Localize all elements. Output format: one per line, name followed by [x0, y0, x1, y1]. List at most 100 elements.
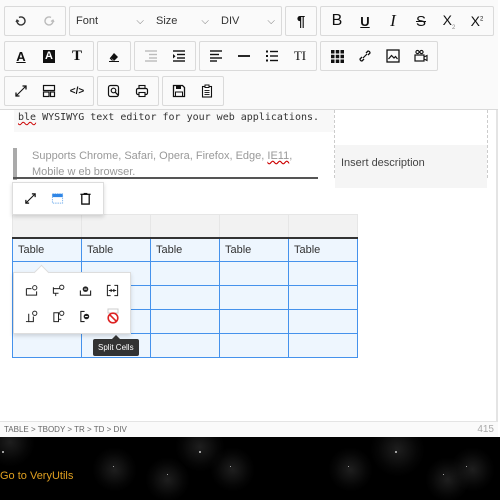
strikethrough-button[interactable]: S [407, 7, 435, 35]
merge-cells-button[interactable] [99, 277, 126, 303]
underline-button[interactable]: U [351, 7, 379, 35]
table-header-cell[interactable] [150, 214, 220, 239]
format-select[interactable]: DIV ⌵ [215, 7, 281, 35]
toolbar-row-3: </> [4, 76, 224, 106]
toolbar-row-2: A A T TI [4, 41, 438, 71]
table-cell[interactable] [219, 309, 289, 334]
table-cell[interactable] [150, 285, 220, 310]
text-style-button[interactable]: T [63, 42, 91, 70]
table-cell[interactable]: Table [150, 237, 220, 262]
table-cell[interactable] [219, 261, 289, 286]
table-delete-button[interactable] [79, 192, 92, 205]
align-button[interactable] [202, 42, 230, 70]
table-cell[interactable] [150, 333, 220, 358]
table-cell[interactable] [219, 333, 289, 358]
table-cell[interactable]: Table [81, 237, 151, 262]
superscript-button[interactable]: X2 [463, 7, 491, 35]
trash-icon [80, 192, 91, 205]
italic-button[interactable]: I [379, 7, 407, 35]
merge-cells-icon [106, 284, 119, 296]
table-cell[interactable] [12, 333, 82, 358]
link-button[interactable] [351, 42, 379, 70]
image-figure[interactable]: Insert description [334, 110, 488, 188]
save-group [162, 76, 224, 106]
table-resize-button[interactable] [24, 192, 37, 205]
preview-button[interactable] [100, 77, 128, 105]
indent-group [134, 41, 196, 71]
insert-column-right-button[interactable] [45, 303, 72, 329]
delete-column-icon [80, 310, 90, 322]
template-button[interactable] [193, 77, 221, 105]
table-cell[interactable]: Table [288, 237, 358, 262]
size-select[interactable]: Size ⌵ [150, 7, 215, 35]
table-cell[interactable] [288, 333, 358, 358]
horizontal-rule-button[interactable] [230, 42, 258, 70]
bold-button[interactable]: B [323, 7, 351, 35]
star-decoration [443, 474, 444, 475]
highlight-color-button[interactable]: A [35, 42, 63, 70]
star-decoration [2, 451, 4, 453]
split-cells-button[interactable] [99, 303, 126, 329]
toolbar: Font ⌵ Size ⌵ DIV ⌵ ¶ B U I S X2 X2 A A … [0, 0, 498, 110]
editor-content[interactable]: ble WYSIWYG text editor for your web app… [0, 110, 498, 423]
misspelled-word: ble [18, 112, 37, 123]
code-text: WYSIWYG text editor for your web applica… [36, 112, 320, 123]
image-caption[interactable]: Insert description [335, 145, 487, 188]
print-icon [135, 84, 149, 98]
clipboard-icon [201, 84, 213, 98]
table-cell[interactable]: Table [12, 237, 82, 262]
save-button[interactable] [165, 77, 193, 105]
video-button[interactable] [407, 42, 435, 70]
delete-column-button[interactable] [72, 303, 99, 329]
go-to-veryutils-link[interactable]: Go to VeryUtils [0, 470, 73, 482]
remove-format-button[interactable] [100, 42, 128, 70]
list-button[interactable] [258, 42, 286, 70]
bokeh-decoration [0, 437, 35, 467]
table-cell[interactable] [150, 261, 220, 286]
element-path[interactable]: TABLE > TBODY > TR > TD > DIV [4, 425, 127, 434]
table-cell[interactable] [288, 285, 358, 310]
chevron-down-icon: ⌵ [136, 15, 144, 27]
font-select[interactable]: Font ⌵ [70, 7, 150, 35]
chevron-down-icon: ⌵ [201, 15, 209, 27]
table-cell[interactable] [288, 309, 358, 334]
redo-button[interactable] [35, 7, 63, 35]
bokeh-decoration [92, 447, 137, 492]
bokeh-decoration [450, 447, 495, 492]
table-cell[interactable]: Table [219, 237, 289, 262]
show-blocks-button[interactable] [35, 77, 63, 105]
table-cell[interactable] [150, 309, 220, 334]
bokeh-decoration [210, 447, 255, 492]
eraser-icon [109, 53, 119, 62]
font-format-group: Font ⌵ Size ⌵ DIV ⌵ [69, 6, 282, 36]
table-header-cell[interactable] [288, 214, 358, 239]
table-header-cell[interactable] [81, 214, 151, 239]
font-color-button[interactable]: A [7, 42, 35, 70]
table-button[interactable] [323, 42, 351, 70]
insert-column-left-button[interactable] [18, 303, 45, 329]
subscript-button[interactable]: X2 [435, 7, 463, 35]
insert-row-above-button[interactable] [18, 277, 45, 303]
table-cell[interactable] [288, 261, 358, 286]
table-header-cell[interactable] [12, 214, 82, 239]
table-cell[interactable] [219, 285, 289, 310]
code-view-button[interactable]: </> [63, 77, 91, 105]
table-header-toggle-button[interactable] [51, 192, 64, 205]
outdent-button[interactable] [137, 42, 165, 70]
image-button[interactable] [379, 42, 407, 70]
line-height-button[interactable]: TI [286, 42, 314, 70]
split-cells-icon [106, 308, 119, 324]
delete-row-button[interactable] [72, 277, 99, 303]
print-button[interactable] [128, 77, 156, 105]
indent-icon [173, 50, 185, 62]
fullscreen-button[interactable] [7, 77, 35, 105]
indent-button[interactable] [165, 42, 193, 70]
quote-text: Supports Chrome, Safari, Opera, Firefox,… [32, 150, 268, 162]
table-header-cell[interactable] [219, 214, 289, 239]
insert-row-below-button[interactable] [45, 277, 72, 303]
star-decoration [395, 451, 397, 453]
text-style-group: B U I S X2 X2 [320, 6, 494, 36]
undo-button[interactable] [7, 7, 35, 35]
size-select-label: Size [156, 15, 178, 27]
paragraph-style-button[interactable]: ¶ [287, 7, 315, 35]
